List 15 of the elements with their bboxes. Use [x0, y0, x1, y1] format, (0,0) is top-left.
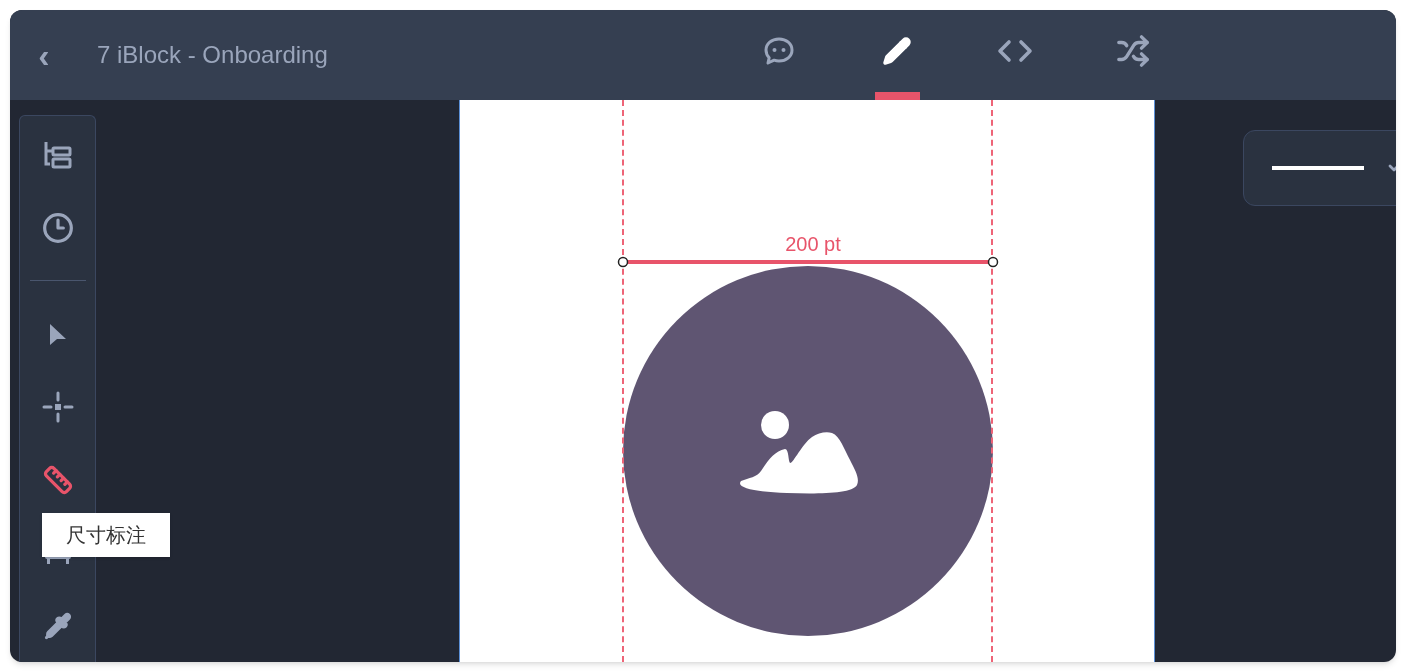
- clock-icon: [41, 211, 74, 244]
- line-style-icon: [1272, 166, 1364, 170]
- ruler-icon: [42, 464, 73, 495]
- crosshair-icon: [41, 390, 74, 423]
- pencil-icon: [882, 36, 912, 66]
- pointer-icon: [48, 322, 67, 345]
- dimension-label: 200 pt: [784, 234, 842, 254]
- shuffle-icon: [1116, 34, 1150, 68]
- layer-tree-icon: [42, 139, 73, 170]
- eyedropper-icon: [43, 611, 72, 640]
- stroke-style-dropdown[interactable]: [1243, 130, 1396, 206]
- tooltip: 尺寸标注: [42, 513, 170, 557]
- back-button[interactable]: ‹: [36, 38, 52, 72]
- chat-bubble-icon: [762, 36, 796, 66]
- document-title: 7 iBlock - Onboarding: [97, 40, 328, 70]
